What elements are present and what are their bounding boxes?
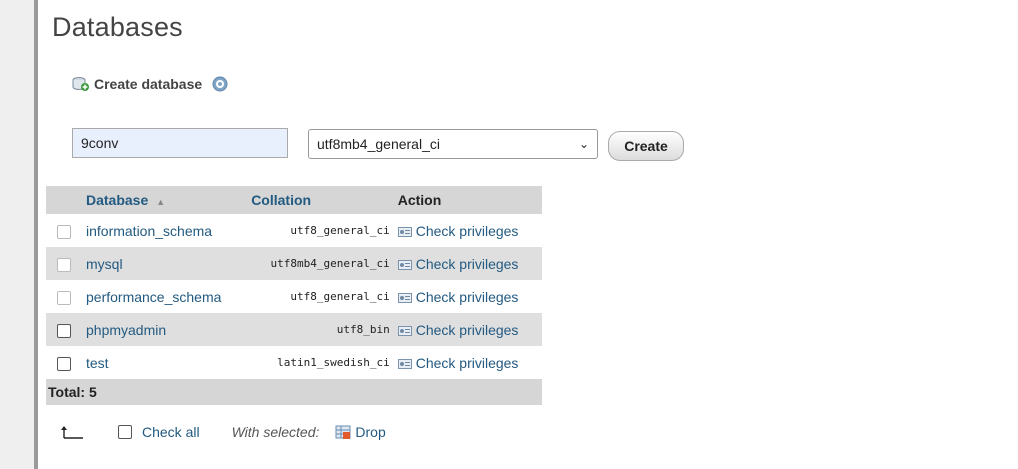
total-row: Total: 5 [46, 379, 542, 405]
create-database-heading: Create database [72, 76, 228, 92]
table-row: performance_schema utf8_general_ci Check… [46, 280, 542, 313]
table-row: mysql utf8mb4_general_ci Check privilege… [46, 247, 542, 280]
arrow-up-left-icon [61, 426, 83, 439]
bulk-actions-bar: Check all With selected: Drop [60, 424, 386, 440]
row-checkbox-cell [46, 280, 82, 313]
column-header-database-label[interactable]: Database [86, 192, 148, 208]
check-privileges-link[interactable]: Check privileges [393, 247, 542, 280]
row-checkbox[interactable] [57, 290, 71, 305]
page-title: Databases [52, 12, 183, 42]
drop-icon[interactable] [335, 424, 351, 440]
collation-selected-value: utf8mb4_general_ci [317, 136, 440, 152]
collation-select[interactable]: utf8mb4_general_ci ⌄ [308, 129, 598, 159]
page: Databases Create database utf8mb4_genera… [0, 0, 1018, 469]
table-row: test latin1_swedish_ci Check privileges [46, 346, 542, 379]
check-privileges-label[interactable]: Check privileges [416, 223, 519, 239]
database-name-link[interactable]: information_schema [82, 214, 248, 247]
row-checkbox[interactable] [57, 257, 71, 272]
check-privileges-label[interactable]: Check privileges [416, 355, 519, 371]
check-privileges-link[interactable]: Check privileges [393, 280, 542, 313]
row-checkbox-cell [46, 313, 82, 346]
create-button[interactable]: Create [608, 131, 684, 161]
row-checkbox-cell [46, 346, 82, 379]
check-privileges-label[interactable]: Check privileges [416, 322, 519, 338]
check-privileges-label[interactable]: Check privileges [416, 289, 519, 305]
column-header-database[interactable]: Database ▲ [82, 186, 248, 214]
database-add-icon [72, 77, 89, 91]
privileges-icon [397, 358, 412, 369]
column-header-collation[interactable]: Collation [247, 186, 394, 214]
privileges-icon [397, 259, 412, 270]
privileges-icon [397, 292, 412, 303]
check-all-label[interactable]: Check all [142, 424, 200, 440]
row-checkbox-cell [46, 214, 82, 247]
check-privileges-link[interactable]: Check privileges [393, 214, 542, 247]
database-name-input[interactable] [72, 128, 288, 158]
check-all-checkbox[interactable] [118, 425, 132, 439]
total-count: Total: 5 [46, 379, 542, 405]
collation-value: latin1_swedish_ci [247, 346, 394, 379]
header-checkbox-cell [46, 186, 82, 214]
row-checkbox[interactable] [57, 224, 71, 239]
collation-value: utf8_general_ci [247, 280, 394, 313]
database-name-link[interactable]: test [82, 346, 248, 379]
database-name-link[interactable]: performance_schema [82, 280, 248, 313]
row-checkbox[interactable] [57, 323, 71, 338]
table-row: phpmyadmin utf8_bin Check privileges [46, 313, 542, 346]
check-privileges-label[interactable]: Check privileges [416, 256, 519, 272]
drop-button[interactable]: Drop [355, 424, 385, 440]
with-selected-label: With selected: [231, 424, 320, 440]
create-database-label: Create database [94, 76, 203, 92]
database-name-link[interactable]: mysql [82, 247, 248, 280]
privileges-icon [397, 226, 412, 237]
left-gutter [0, 0, 34, 469]
collation-value: utf8mb4_general_ci [247, 247, 394, 280]
row-checkbox-cell [46, 247, 82, 280]
check-privileges-link[interactable]: Check privileges [393, 346, 542, 379]
chevron-down-icon: ⌄ [578, 137, 589, 151]
database-name-link[interactable]: phpmyadmin [82, 313, 248, 346]
row-checkbox[interactable] [57, 356, 71, 371]
privileges-icon [397, 325, 412, 336]
column-header-action: Action [393, 186, 542, 214]
databases-table: Database ▲ Collation Action information_s… [46, 186, 542, 405]
help-icon[interactable] [212, 76, 228, 92]
collation-value: utf8_general_ci [247, 214, 394, 247]
collation-value: utf8_bin [247, 313, 394, 346]
table-header-row: Database ▲ Collation Action [46, 186, 542, 214]
table-row: information_schema utf8_general_ci Check… [46, 214, 542, 247]
check-privileges-link[interactable]: Check privileges [393, 313, 542, 346]
resize-handle[interactable] [34, 0, 38, 469]
sort-ascending-icon[interactable]: ▲ [156, 197, 165, 207]
